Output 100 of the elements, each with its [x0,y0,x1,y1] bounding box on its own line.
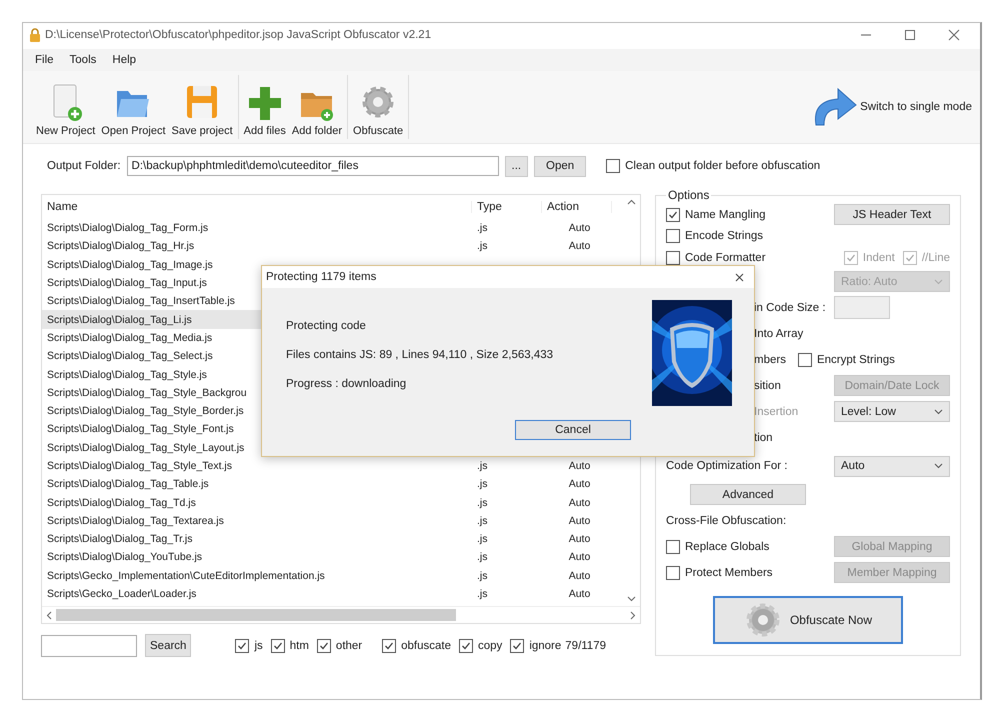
checkbox[interactable] [459,638,474,652]
toolbar-button[interactable]: New Project [34,75,98,139]
browse-button[interactable]: ... [504,156,528,176]
table-cell: Scripts\Gecko_Loader\Loader.js [47,588,196,600]
scrollbar-thumb[interactable] [56,609,456,621]
output-folder-field[interactable]: D:\backup\phphtmledit\demo\cuteeditor_files [126,156,499,176]
option-label: mbers [754,354,786,366]
checkbox[interactable] [606,159,620,173]
checkbox-label: //Line [922,252,950,264]
checkbox[interactable] [316,638,331,652]
table-row[interactable]: Scripts\Dialog\Dialog_Tag_Textarea.js .js Auto [42,512,622,530]
maximize-icon[interactable] [904,29,916,41]
checkbox-label: Name Mangling [685,208,766,221]
file-count: 79/1179 [565,640,606,652]
table-cell: .js [477,551,488,564]
toolbar-button[interactable]: Add folder [290,75,344,139]
check-icon [318,640,329,650]
scroll-left-icon[interactable] [46,610,52,620]
menu-item[interactable]: Help [106,52,142,68]
table-cell: Scripts\Dialog\Dialog_Tag_Tr.js [47,533,193,546]
caret-icon [934,408,943,414]
table-row[interactable]: Scripts\Dialog\Dialog_Tag_Table.js .js Auto [42,475,622,494]
table-cell: Scripts\Dialog\Dialog_Tag_Textarea.js [47,514,224,527]
checkbox[interactable] [270,638,285,652]
table-row[interactable]: Scripts\Dialog\Dialog_YouTube.js .js Auto [42,548,622,567]
menu-item[interactable]: Tools [64,52,102,68]
table-cell: .js [477,496,488,509]
table-cell: .js [477,588,488,600]
toolbar-button[interactable]: Save project [170,75,235,139]
menu-item[interactable]: File [29,52,60,68]
table-row[interactable]: Scripts\Dialog\Dialog_Tag_Style_Text.js .js Auto [42,456,622,476]
table-cell: Scripts\Dialog\Dialog_Tag_Td.js [47,496,196,509]
table-row[interactable]: Scripts\Dialog\Dialog_Tag_Tr.js .js Auto [42,530,622,548]
checkbox[interactable] [666,540,680,554]
caret-icon [934,463,943,469]
section-label: Cross-File Obfuscation: [666,514,786,526]
toolbar-button[interactable]: Open Project [99,75,168,139]
dialog-text: Progress : downloading [286,378,408,390]
option-label: tion [754,432,773,444]
checkbox-label: Replace Globals [685,540,770,552]
dropdown[interactable]: Auto [834,456,950,476]
close-icon[interactable] [948,29,960,41]
checkbox[interactable] [666,566,680,580]
advanced-button[interactable]: Advanced [690,484,806,505]
table-cell: Scripts\Dialog\Dialog_Tag_Image.js [47,258,213,271]
table-cell: Scripts\Dialog\Dialog_Tag_Style_Layout.js [47,442,244,454]
checkbox-label: htm [290,640,309,652]
table-cell: Scripts\Dialog\Dialog_Tag_Form.js [47,222,208,234]
toolbar-button[interactable]: Add files [242,75,288,139]
close-icon[interactable] [735,272,744,282]
lock-icon [29,28,41,42]
checkbox-label: Encode Strings [685,230,763,242]
table-cell: Auto [568,514,590,527]
table-cell: Scripts\Gecko_Implementation\CuteEditorImplementation.js [47,570,325,582]
checkbox[interactable] [235,638,250,652]
table-cell: Scripts\Dialog\Dialog_Tag_Li.js [47,314,192,326]
check-icon [272,640,283,650]
check-icon [668,210,678,220]
open-button[interactable]: Open [534,156,586,176]
caret-icon [934,278,943,284]
table-cell: Auto [568,240,590,252]
checkbox[interactable] [666,229,680,244]
column-header[interactable]: Name [42,201,472,213]
checkbox[interactable] [666,208,680,222]
toolbar-button[interactable]: Obfuscate [351,75,406,139]
checkbox[interactable] [666,250,680,265]
scroll-down-icon[interactable] [626,596,636,602]
table-cell: Scripts\Dialog\Dialog_Tag_Table.js [47,478,209,490]
checkbox[interactable] [798,352,812,366]
option-button[interactable]: JS Header Text [834,204,950,226]
checkbox[interactable] [382,638,396,652]
search-field[interactable] [41,634,137,656]
obfuscate-now-button[interactable]: Obfuscate Now [713,596,903,644]
checkbox[interactable] [510,638,524,652]
column-header[interactable]: Type [472,201,542,213]
scroll-right-icon[interactable] [630,610,636,620]
table-cell: .js [477,533,488,546]
table-row[interactable]: Scripts\Dialog\Dialog_Tag_Td.js .js Auto [42,493,622,512]
dialog-text: Files contains JS: 89 , Lines 94,110 , Size 2,563,433 [286,349,554,361]
check-icon [461,640,472,650]
search-button[interactable]: Search [145,634,192,657]
scroll-up-icon[interactable] [626,199,636,205]
table-row[interactable]: Scripts\Dialog\Dialog_Tag_Hr.js .js Auto [42,237,622,256]
table-cell: Auto [568,478,590,490]
table-cell: Auto [568,533,590,546]
option-label: Code Optimization For : [666,460,788,472]
option-label: Insertion [754,406,798,418]
table-cell: .js [477,460,488,472]
dialog-title: Protecting 1179 items [266,271,376,283]
table-cell: Auto [568,460,590,472]
table-row[interactable]: Scripts\Gecko_Loader\Loader.js .js Auto [42,584,622,604]
cancel-button[interactable]: Cancel [515,420,631,440]
table-cell: Scripts\Dialog\Dialog_Tag_Style_Border.js [47,405,244,418]
table-row[interactable]: Scripts\Dialog\Dialog_Tag_Form.js .js Auto [42,219,622,238]
table-cell: Scripts\Dialog\Dialog_Tag_Style_Text.js [47,460,232,472]
table-cell: Auto [568,551,590,564]
gear-icon [744,600,782,638]
switch-mode-button[interactable]: Switch to single mode [810,85,972,129]
column-header[interactable]: Action [542,201,612,213]
table-row[interactable]: Scripts\Gecko_Implementation\CuteEditorImplementation.js .js Auto [42,566,622,585]
